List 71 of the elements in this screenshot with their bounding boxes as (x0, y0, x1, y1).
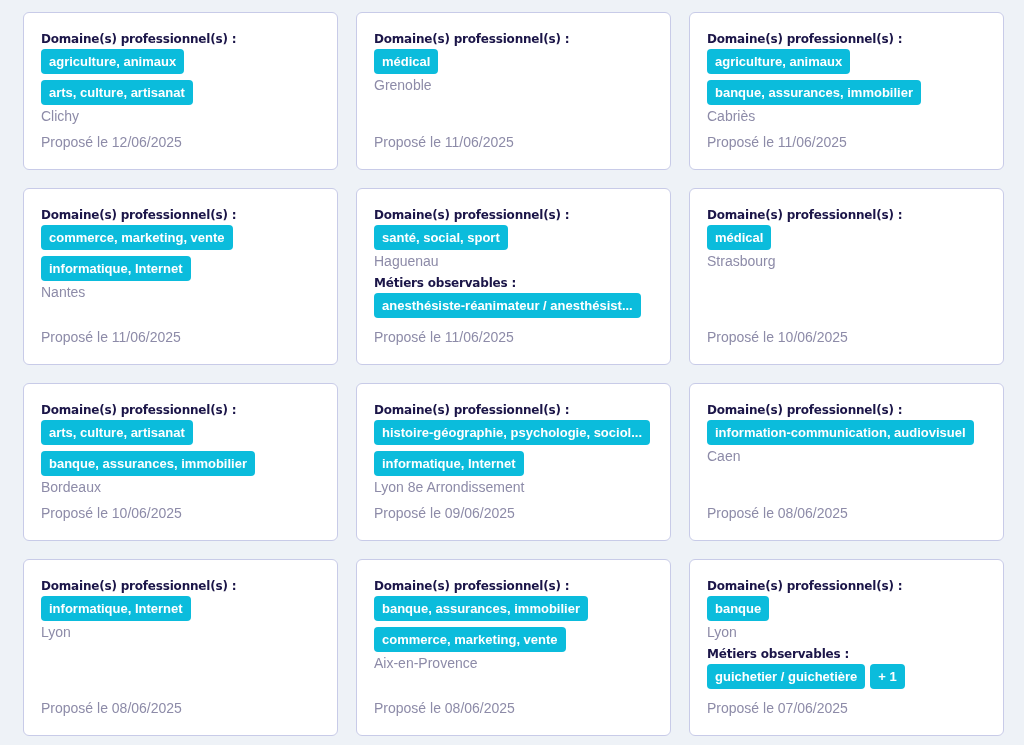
location-text: Caen (707, 447, 742, 465)
offer-card[interactable]: Domaine(s) professionnel(s) : agriculture, animaux arts, culture, artisanat Clichy Proposé le 12/06/2025 (23, 12, 338, 170)
offer-card[interactable]: Domaine(s) professionnel(s) : médical Grenoble Proposé le 11/06/2025 (356, 12, 671, 170)
domains-label: Domaine(s) professionnel(s) : (41, 32, 238, 46)
domain-tag: banque (707, 596, 770, 621)
date-text: Proposé le 11/06/2025 (374, 133, 515, 151)
more-count-tag: + 1 (870, 664, 905, 689)
domain-tag: informatique, Internet (374, 451, 524, 476)
domain-tag: banque, assurances, immobilier (374, 596, 588, 621)
domain-tag: commerce, marketing, vente (41, 225, 233, 250)
domain-tag: agriculture, animaux (41, 49, 185, 74)
offer-card[interactable]: Domaine(s) professionnel(s) : banque, assurances, immobilier commerce, marketing, vente Aix-en-Provence Proposé le 08/06/2025 (356, 559, 671, 736)
domains-label: Domaine(s) professionnel(s) : (374, 403, 571, 417)
domain-tag: médical (707, 225, 772, 250)
date-text: Proposé le 09/06/2025 (374, 504, 516, 522)
location-text: Grenoble (374, 76, 433, 94)
domains-label: Domaine(s) professionnel(s) : (41, 208, 238, 222)
domain-tag: commerce, marketing, vente (374, 627, 566, 652)
offer-card[interactable]: Domaine(s) professionnel(s) : médical Strasbourg Proposé le 10/06/2025 (689, 188, 1004, 365)
location-text: Haguenau (374, 252, 440, 270)
date-text: Proposé le 08/06/2025 (41, 699, 183, 717)
date-text: Proposé le 10/06/2025 (41, 504, 183, 522)
offer-card[interactable]: Domaine(s) professionnel(s) : informatique, Internet Lyon Proposé le 08/06/2025 (23, 559, 338, 736)
domain-tag: santé, social, sport (374, 225, 508, 250)
date-text: Proposé le 12/06/2025 (41, 133, 183, 151)
date-text: Proposé le 08/06/2025 (707, 504, 849, 522)
domain-tag: banque, assurances, immobilier (41, 451, 255, 476)
date-text: Proposé le 11/06/2025 (41, 328, 182, 346)
location-text: Lyon (707, 623, 738, 641)
domain-tag: arts, culture, artisanat (41, 420, 193, 445)
domains-label: Domaine(s) professionnel(s) : (374, 208, 571, 222)
domain-tag: arts, culture, artisanat (41, 80, 193, 105)
domains-label: Domaine(s) professionnel(s) : (707, 403, 904, 417)
offer-card[interactable]: Domaine(s) professionnel(s) : commerce, marketing, vente informatique, Internet Nantes Proposé le 11/06/2025 (23, 188, 338, 365)
date-text: Proposé le 11/06/2025 (374, 328, 515, 346)
location-text: Lyon 8e Arrondissement (374, 478, 526, 496)
offer-card[interactable]: Domaine(s) professionnel(s) : arts, culture, artisanat banque, assurances, immobilier Bordeaux Proposé le 10/06/2025 (23, 383, 338, 541)
date-text: Proposé le 10/06/2025 (707, 328, 849, 346)
jobs-label: Métiers observables : (374, 276, 518, 290)
date-text: Proposé le 11/06/2025 (707, 133, 848, 151)
location-text: Bordeaux (41, 478, 102, 496)
job-tag: guichetier / guichetière (707, 664, 866, 689)
date-text: Proposé le 08/06/2025 (374, 699, 516, 717)
domain-tag: banque, assurances, immobilier (707, 80, 921, 105)
offer-card[interactable]: Domaine(s) professionnel(s) : agriculture, animaux banque, assurances, immobilier Cabriès Proposé le 11/06/2025 (689, 12, 1004, 170)
domains-label: Domaine(s) professionnel(s) : (707, 32, 904, 46)
domain-tag: histoire-géographie, psychologie, sociol... (374, 420, 651, 445)
domains-label: Domaine(s) professionnel(s) : (707, 579, 904, 593)
jobs-label: Métiers observables : (707, 647, 851, 661)
job-tag: anesthésiste-réanimateur / anesthésist... (374, 293, 641, 318)
location-text: Clichy (41, 107, 81, 125)
domains-label: Domaine(s) professionnel(s) : (707, 208, 904, 222)
offer-card[interactable]: Domaine(s) professionnel(s) : information-communication, audiovisuel Caen Proposé le 08/06/2025 (689, 383, 1004, 541)
location-text: Cabriès (707, 107, 757, 125)
domains-label: Domaine(s) professionnel(s) : (374, 32, 571, 46)
domain-tag: agriculture, animaux (707, 49, 851, 74)
domain-tag: médical (374, 49, 439, 74)
domains-label: Domaine(s) professionnel(s) : (41, 579, 238, 593)
domain-tag: information-communication, audiovisuel (707, 420, 974, 445)
offer-card[interactable]: Domaine(s) professionnel(s) : banque Lyon Métiers observables : guichetier / guichetière + 1 Proposé le 07/06/2025 (689, 559, 1004, 736)
offer-card[interactable]: Domaine(s) professionnel(s) : santé, social, sport Haguenau Métiers observables : anesthésiste-réanimateur / anesthésist... Proposé le 11/06/2025 (356, 188, 671, 365)
domains-label: Domaine(s) professionnel(s) : (41, 403, 238, 417)
date-text: Proposé le 07/06/2025 (707, 699, 849, 717)
location-text: Aix-en-Provence (374, 654, 479, 672)
location-text: Lyon (41, 623, 72, 641)
domain-tag: informatique, Internet (41, 596, 191, 621)
location-text: Strasbourg (707, 252, 777, 270)
offer-card[interactable]: Domaine(s) professionnel(s) : histoire-géographie, psychologie, sociol... informatique, Internet Lyon 8e Arrondissement Proposé le 09/06/2025 (356, 383, 671, 541)
domain-tag: informatique, Internet (41, 256, 191, 281)
domains-label: Domaine(s) professionnel(s) : (374, 579, 571, 593)
location-text: Nantes (41, 283, 87, 301)
